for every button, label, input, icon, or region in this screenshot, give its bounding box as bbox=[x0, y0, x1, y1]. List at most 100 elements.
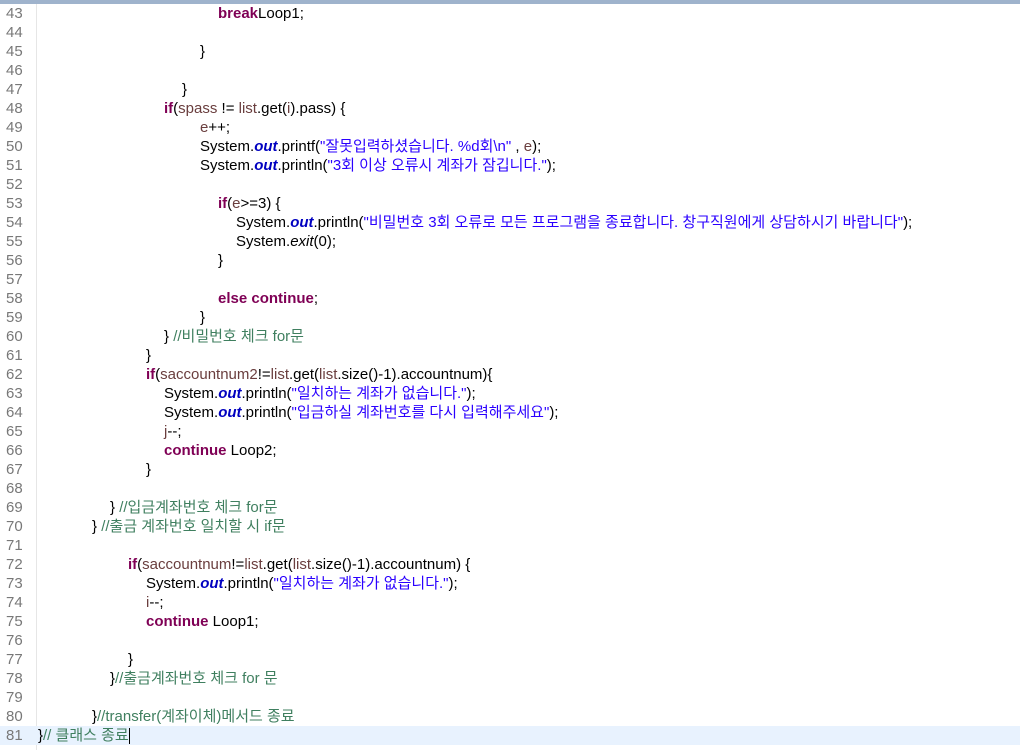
code-token: "입금하실 계좌번호를 다시 입력해주세요" bbox=[291, 404, 550, 421]
line-number: 74 bbox=[6, 594, 23, 611]
code-line[interactable]: 58 else continue; bbox=[0, 289, 1020, 308]
code-line[interactable]: 73 System.out.println("일치하는 계좌가 없습니다."); bbox=[0, 574, 1020, 593]
code-line[interactable]: 75 continue Loop1; bbox=[0, 612, 1020, 631]
code-line[interactable]: 69} //입금계좌번호 체크 for문 bbox=[0, 498, 1020, 517]
line-number: 80 bbox=[6, 708, 23, 725]
code-text: } //입금계좌번호 체크 for문 bbox=[110, 498, 278, 517]
code-token: continue bbox=[164, 442, 227, 459]
line-number: 65 bbox=[6, 423, 23, 440]
code-text: }//transfer(계좌이체)메서드 종료 bbox=[92, 707, 295, 726]
code-line[interactable]: 70} //출금 계좌번호 일치할 시 if문 bbox=[0, 517, 1020, 536]
code-text: if(spass != list.get(i).pass) { bbox=[164, 99, 345, 118]
code-line[interactable]: 51 System.out.println("3회 이상 오류시 계좌가 잠깁니다… bbox=[0, 156, 1020, 175]
code-line[interactable]: 72 if(saccountnum!=list.get(list.size()-1… bbox=[0, 555, 1020, 574]
code-line[interactable]: 79 bbox=[0, 688, 1020, 707]
code-line[interactable]: 80 }//transfer(계좌이체)메서드 종료 bbox=[0, 707, 1020, 726]
code-token: continue bbox=[146, 613, 209, 630]
code-line[interactable]: 44 bbox=[0, 23, 1020, 42]
line-number: 76 bbox=[6, 632, 23, 649]
code-line[interactable]: 48 if(spass != list.get(i).pass) { bbox=[0, 99, 1020, 118]
line-number: 53 bbox=[6, 195, 23, 212]
line-number: 73 bbox=[6, 575, 23, 592]
code-token: //입금계좌번호 체크 for문 bbox=[119, 499, 278, 516]
code-token: .get( bbox=[262, 556, 293, 573]
code-token: //transfer(계좌이체)메서드 종료 bbox=[97, 708, 295, 725]
line-number: 51 bbox=[6, 157, 23, 174]
code-token: } bbox=[146, 461, 152, 478]
code-text: else continue; bbox=[218, 289, 318, 308]
code-token: out bbox=[218, 404, 242, 421]
line-number: 67 bbox=[6, 461, 23, 478]
code-token: .println( bbox=[277, 157, 328, 174]
code-line[interactable]: 45} bbox=[0, 42, 1020, 61]
code-token: out bbox=[218, 385, 242, 402]
code-line[interactable]: 78}//출금계좌번호 체크 for 문 bbox=[0, 669, 1020, 688]
code-token: ); bbox=[532, 138, 542, 155]
code-text: } bbox=[200, 308, 205, 327]
code-line[interactable]: 74 i--; bbox=[0, 593, 1020, 612]
code-token: ); bbox=[466, 385, 476, 402]
code-line[interactable]: 62 if(saccountnum2!=list.get(list.size()-… bbox=[0, 365, 1020, 384]
code-token: ).pass) { bbox=[290, 100, 346, 117]
code-line[interactable]: 53 if(e>=3) { bbox=[0, 194, 1020, 213]
code-token: } bbox=[200, 309, 206, 326]
code-line[interactable]: 68 bbox=[0, 479, 1020, 498]
code-line[interactable]: 71 bbox=[0, 536, 1020, 555]
code-line[interactable]: 77} bbox=[0, 650, 1020, 669]
code-line[interactable]: 65 j--; bbox=[0, 422, 1020, 441]
code-line[interactable]: 54 System.out.println("비밀번호 3회 오류로 모든 프로그… bbox=[0, 213, 1020, 232]
code-line[interactable]: 56} bbox=[0, 251, 1020, 270]
code-token: } bbox=[200, 43, 206, 60]
code-token: .println( bbox=[313, 214, 364, 231]
code-token: ); bbox=[903, 214, 913, 231]
line-number: 55 bbox=[6, 233, 23, 250]
code-line[interactable]: 76 bbox=[0, 631, 1020, 650]
code-token: //출금계좌번호 체크 for 문 bbox=[115, 670, 278, 687]
code-text: } bbox=[218, 251, 223, 270]
code-line[interactable]: 66 continue Loop2; bbox=[0, 441, 1020, 460]
code-text: } bbox=[128, 650, 133, 669]
code-token: exit bbox=[290, 233, 314, 250]
line-number: 70 bbox=[6, 518, 23, 535]
line-number: 52 bbox=[6, 176, 23, 193]
code-text: e++; bbox=[200, 118, 230, 137]
code-token: --; bbox=[167, 423, 182, 440]
code-line[interactable]: 49 e++; bbox=[0, 118, 1020, 137]
code-line[interactable]: 63 System.out.println("일치하는 계좌가 없습니다."); bbox=[0, 384, 1020, 403]
code-token: if bbox=[218, 195, 228, 212]
code-line[interactable]: 47} bbox=[0, 80, 1020, 99]
code-line[interactable]: 52 bbox=[0, 175, 1020, 194]
code-line[interactable]: 59} bbox=[0, 308, 1020, 327]
line-number: 43 bbox=[6, 5, 23, 22]
code-line[interactable]: 50 System.out.printf("잘못입력하셨습니다. %d회\n" ,… bbox=[0, 137, 1020, 156]
line-number: 68 bbox=[6, 480, 23, 497]
code-token: } bbox=[146, 347, 152, 364]
code-text: } bbox=[200, 42, 205, 61]
code-text: if(saccountnum2!=list.get(list.size()-1)… bbox=[146, 365, 492, 384]
code-text: j--; bbox=[164, 422, 182, 441]
code-line[interactable]: 55 System.exit(0); bbox=[0, 232, 1020, 251]
line-number: 60 bbox=[6, 328, 23, 345]
code-editor[interactable]: 43 breakLoop1; 44 45} 46 47} 48 if(spass != lis… bbox=[0, 4, 1020, 750]
code-token: System. bbox=[164, 404, 219, 421]
code-token: list bbox=[244, 556, 263, 573]
line-number: 77 bbox=[6, 651, 23, 668]
code-text: continue Loop2; bbox=[164, 441, 277, 460]
code-line[interactable]: 64 System.out.println("입금하실 계좌번호를 다시 입력해주… bbox=[0, 403, 1020, 422]
code-token: //비밀번호 체크 for문 bbox=[173, 328, 304, 345]
code-line[interactable]: 43 breakLoop1; bbox=[0, 4, 1020, 23]
code-line[interactable]: 60} //비밀번호 체크 for문 bbox=[0, 327, 1020, 346]
code-line[interactable]: 81}// 클래스 종료 bbox=[0, 726, 1020, 745]
code-line[interactable]: 57 bbox=[0, 270, 1020, 289]
code-text: System.exit(0); bbox=[236, 232, 336, 251]
code-token: ); bbox=[546, 157, 556, 174]
code-token: Loop2; bbox=[226, 442, 277, 459]
code-text: System.out.println("3회 이상 오류시 계좌가 잠깁니다."… bbox=[200, 156, 556, 175]
code-line[interactable]: 67} bbox=[0, 460, 1020, 479]
code-token: , bbox=[511, 138, 524, 155]
line-number: 45 bbox=[6, 43, 23, 60]
code-token: ; bbox=[313, 290, 319, 307]
code-line[interactable]: 61} bbox=[0, 346, 1020, 365]
code-line[interactable]: 46 bbox=[0, 61, 1020, 80]
line-number: 81 bbox=[6, 727, 23, 744]
